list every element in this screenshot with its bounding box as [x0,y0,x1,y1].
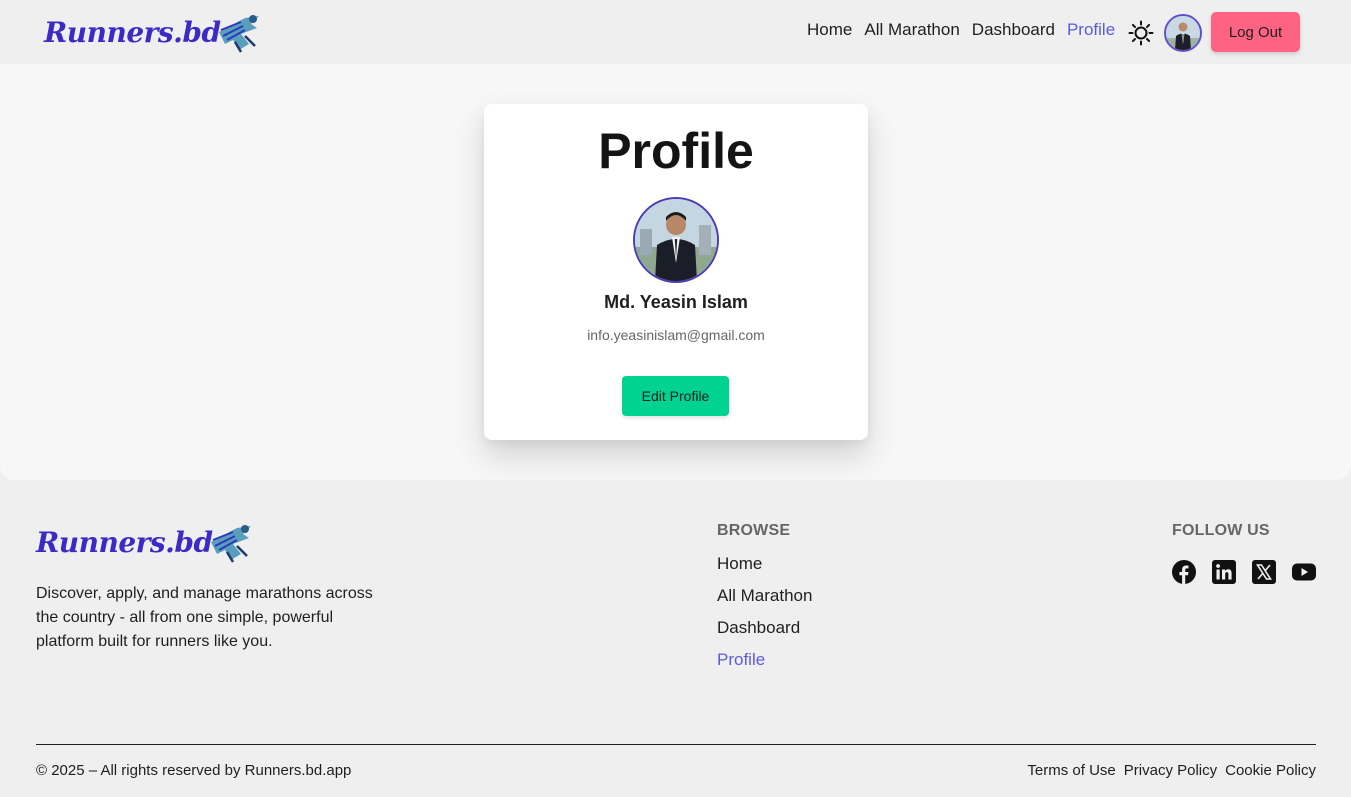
footer-description: Discover, apply, and manage marathons ac… [36,585,373,650]
profile-avatar [633,197,719,283]
nav-links: Home All Marathon Dashboard Profile [807,20,1115,40]
edit-profile-button[interactable]: Edit Profile [622,376,729,416]
footer-logo[interactable]: Runners.bd [36,519,255,565]
brand-logo[interactable]: Runners.bd [44,10,263,54]
footer-logo-text: Runners.bd [36,525,213,559]
main-content: Profile Md. Yeasin Islam info.yeasinisla… [0,64,1351,480]
footer-link-dashboard[interactable]: Dashboard [717,618,812,650]
theme-toggle[interactable] [1128,20,1154,46]
footer-link-home[interactable]: Home [717,554,812,586]
browse-heading: BROWSE [717,522,791,539]
youtube-icon[interactable] [1292,560,1316,584]
sun-icon [1128,20,1154,46]
footer-link-all-marathon[interactable]: All Marathon [717,586,812,618]
nav-link-dashboard[interactable]: Dashboard [972,20,1055,40]
page-title: Profile [598,123,754,179]
navbar: Runners.bd Home All Marathon Dashboard P… [0,0,1351,64]
nav-link-home[interactable]: Home [807,20,852,40]
linkedin-icon[interactable] [1212,560,1236,584]
nav-link-all-marathon[interactable]: All Marathon [864,20,959,40]
privacy-policy-link[interactable]: Privacy Policy [1124,762,1217,779]
logout-button[interactable]: Log Out [1211,12,1300,52]
footer-link-profile[interactable]: Profile [717,650,812,682]
runner-icon [210,525,251,563]
profile-name: Md. Yeasin Islam [604,292,748,312]
terms-of-use-link[interactable]: Terms of Use [1027,762,1115,779]
follow-heading: FOLLOW US [1172,522,1270,539]
profile-photo [635,199,717,281]
copyright-text: © 2025 – All rights reserved by Runners.… [36,762,352,779]
cookie-policy-link[interactable]: Cookie Policy [1225,762,1316,779]
runner-icon [218,15,259,53]
profile-card: Profile Md. Yeasin Islam info.yeasinisla… [484,104,868,440]
brand-logo-text: Runners.bd [44,15,221,49]
legal-links: Terms of Use Privacy Policy Cookie Polic… [1027,762,1316,779]
profile-email: info.yeasinislam@gmail.com [587,327,765,343]
user-avatar[interactable] [1164,14,1202,52]
x-icon[interactable] [1252,560,1276,584]
footer-browse-links: Home All Marathon Dashboard Profile [717,554,812,682]
facebook-icon[interactable] [1172,560,1196,584]
footer-divider [36,744,1316,745]
user-photo [1166,16,1200,50]
nav-link-profile[interactable]: Profile [1067,20,1115,40]
